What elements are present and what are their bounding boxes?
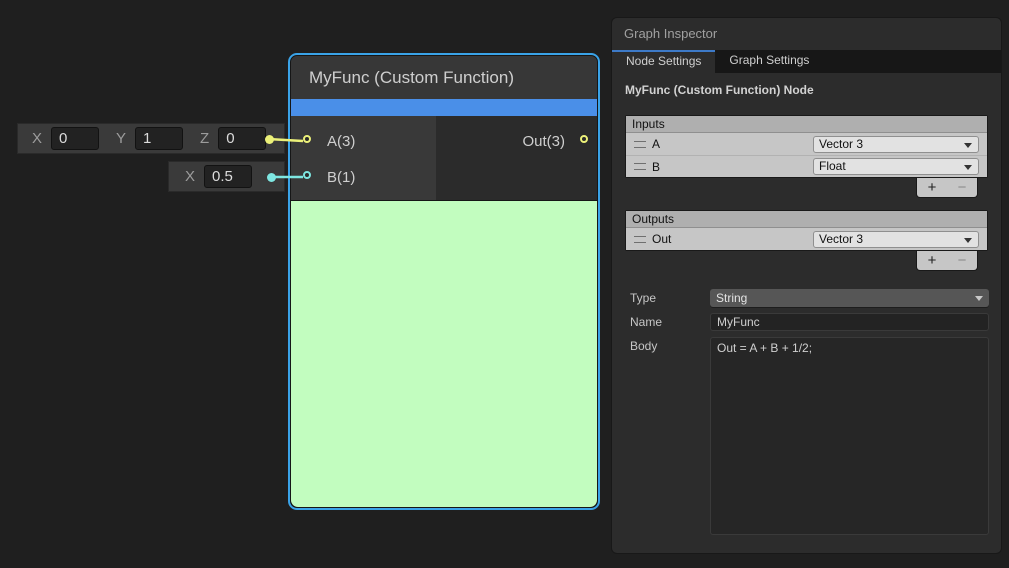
tab-graph-settings[interactable]: Graph Settings bbox=[715, 50, 823, 73]
body-label: Body bbox=[630, 337, 710, 355]
add-input-button[interactable]: + bbox=[928, 179, 937, 197]
type-property-row: Type String bbox=[630, 289, 989, 307]
type-value: String bbox=[716, 291, 747, 305]
vector3-slot-widget: X Y Z bbox=[17, 123, 285, 154]
inspector-node-heading: MyFunc (Custom Function) Node bbox=[625, 83, 988, 97]
chevron-down-icon bbox=[975, 296, 983, 301]
inputs-row-b[interactable]: B Float bbox=[626, 155, 987, 177]
tab-node-settings[interactable]: Node Settings bbox=[612, 50, 715, 73]
name-label: Name bbox=[630, 313, 710, 331]
vector3-y-label: Y bbox=[116, 130, 126, 147]
output-port-out-icon[interactable] bbox=[580, 135, 588, 143]
node-input-ports-column: A(3) B(1) bbox=[291, 116, 436, 200]
drag-handle-icon[interactable] bbox=[634, 163, 646, 170]
inputs-section-footer: + − bbox=[625, 178, 988, 198]
outputs-row-out[interactable]: Out Vector 3 bbox=[626, 228, 987, 250]
output-out-type-dropdown[interactable]: Vector 3 bbox=[813, 231, 979, 248]
input-port-a-label: A(3) bbox=[327, 133, 355, 150]
input-b-type-value: Float bbox=[819, 159, 846, 173]
outputs-add-remove-box: + − bbox=[916, 251, 978, 271]
graph-inspector-title: Graph Inspector bbox=[612, 18, 1001, 50]
vector3-z-label: Z bbox=[200, 130, 209, 147]
input-port-b-label: B(1) bbox=[327, 169, 355, 186]
type-dropdown[interactable]: String bbox=[710, 289, 989, 307]
node-output-ports-column: Out(3) bbox=[436, 116, 597, 200]
chevron-down-icon bbox=[964, 143, 972, 148]
remove-input-button[interactable]: − bbox=[958, 179, 967, 197]
float-slot-widget: X bbox=[168, 161, 285, 192]
float-output-port-dot[interactable] bbox=[267, 173, 276, 182]
drag-handle-icon[interactable] bbox=[634, 236, 646, 243]
vector3-output-port-dot[interactable] bbox=[265, 135, 274, 144]
vector3-x-input[interactable] bbox=[51, 127, 99, 150]
inputs-section: Inputs A Vector 3 B Float bbox=[625, 115, 988, 178]
add-output-button[interactable]: + bbox=[928, 252, 937, 270]
function-properties: Type String Name Body Out = A + B + 1/2; bbox=[630, 289, 989, 535]
input-a-name: A bbox=[652, 137, 813, 151]
node-title[interactable]: MyFunc (Custom Function) bbox=[291, 56, 597, 99]
chevron-down-icon bbox=[964, 238, 972, 243]
inputs-row-a[interactable]: A Vector 3 bbox=[626, 133, 987, 155]
output-out-type-value: Vector 3 bbox=[819, 232, 863, 246]
outputs-section-title: Outputs bbox=[626, 211, 987, 228]
node-category-colorbar bbox=[291, 99, 597, 116]
chevron-down-icon bbox=[964, 165, 972, 170]
node-preview bbox=[291, 201, 597, 507]
output-port-out-label: Out(3) bbox=[522, 133, 565, 150]
outputs-section: Outputs Out Vector 3 bbox=[625, 210, 988, 251]
input-port-a-icon[interactable] bbox=[303, 135, 311, 143]
outputs-section-footer: + − bbox=[625, 251, 988, 271]
input-a-type-value: Vector 3 bbox=[819, 137, 863, 151]
input-b-name: B bbox=[652, 160, 813, 174]
output-out-name: Out bbox=[652, 232, 813, 246]
inspector-tabbar: Node Settings Graph Settings bbox=[612, 50, 1001, 73]
graph-inspector-panel: Graph Inspector Node Settings Graph Sett… bbox=[612, 18, 1001, 553]
inputs-section-title: Inputs bbox=[626, 116, 987, 133]
type-label: Type bbox=[630, 289, 710, 307]
float-x-label: X bbox=[185, 168, 195, 185]
shader-graph-canvas[interactable]: X Y Z X MyFunc (Custom Function) A(3) B(… bbox=[0, 0, 1009, 568]
input-port-b-icon[interactable] bbox=[303, 171, 311, 179]
inputs-add-remove-box: + − bbox=[916, 178, 978, 198]
remove-output-button[interactable]: − bbox=[958, 252, 967, 270]
node-ports-area: A(3) B(1) Out(3) bbox=[291, 116, 597, 200]
custom-function-node[interactable]: MyFunc (Custom Function) A(3) B(1) Out(3… bbox=[288, 53, 600, 510]
float-x-input[interactable] bbox=[204, 165, 252, 188]
vector3-z-input[interactable] bbox=[218, 127, 266, 150]
drag-handle-icon[interactable] bbox=[634, 141, 646, 148]
vector3-x-label: X bbox=[32, 130, 42, 147]
function-body-textarea[interactable]: Out = A + B + 1/2; bbox=[710, 337, 989, 535]
input-a-type-dropdown[interactable]: Vector 3 bbox=[813, 136, 979, 153]
function-name-input[interactable] bbox=[710, 313, 989, 331]
body-property-row: Body Out = A + B + 1/2; bbox=[630, 337, 989, 535]
name-property-row: Name bbox=[630, 313, 989, 331]
vector3-y-input[interactable] bbox=[135, 127, 183, 150]
input-b-type-dropdown[interactable]: Float bbox=[813, 158, 979, 175]
